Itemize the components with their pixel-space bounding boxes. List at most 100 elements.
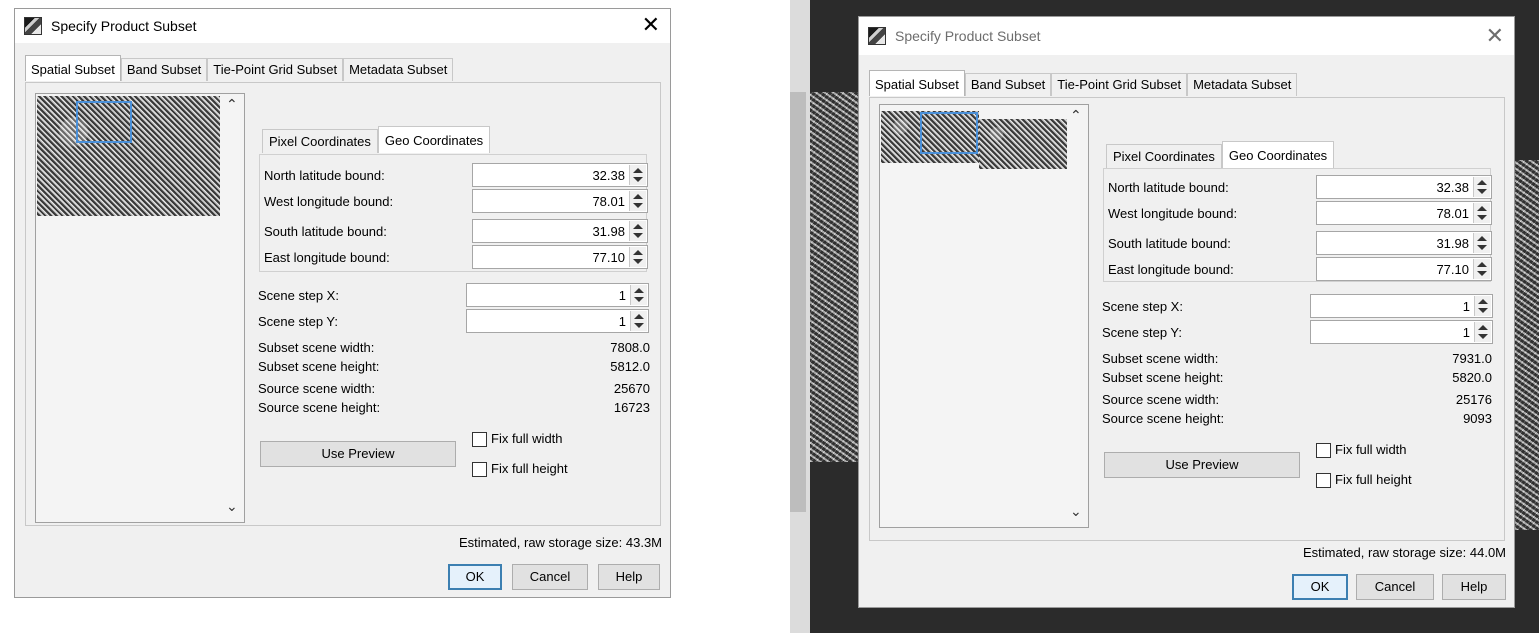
subset-height-label: Subset scene height: xyxy=(258,359,380,374)
close-icon[interactable]: ✕ xyxy=(1486,24,1504,48)
south-latitude-label: South latitude bound: xyxy=(264,224,387,239)
preview-thumbnail-2 xyxy=(979,119,1067,169)
scene-step-x-field[interactable]: 1 xyxy=(1310,294,1493,318)
subset-width-value: 7931.0 xyxy=(1452,351,1492,366)
fix-full-width-checkbox[interactable] xyxy=(472,432,487,447)
title-bar: Specify Product Subset ✕ xyxy=(15,9,670,43)
tab-geo-coordinates[interactable]: Geo Coordinates xyxy=(1221,141,1335,168)
title-bar: Specify Product Subset ✕ xyxy=(859,17,1514,55)
spatial-subset-panel: ⌃ ⌄ Pixel Coordinates Geo Coordinates No… xyxy=(25,82,661,526)
spinner-arrows-icon[interactable] xyxy=(630,311,647,331)
west-longitude-field[interactable]: 78.01 xyxy=(472,189,648,213)
subset-selection-rect[interactable] xyxy=(920,112,978,154)
scene-step-y-label: Scene step Y: xyxy=(1102,325,1182,340)
scene-step-x-field[interactable]: 1 xyxy=(466,283,649,307)
dialog-title: Specify Product Subset xyxy=(895,28,1041,44)
spinner-arrows-icon[interactable] xyxy=(1474,296,1491,316)
dialog-title: Specify Product Subset xyxy=(51,18,197,34)
spinner-arrows-icon[interactable] xyxy=(1473,259,1490,279)
source-width-label: Source scene width: xyxy=(258,381,376,396)
subset-width-value: 7808.0 xyxy=(610,340,650,355)
source-width-label: Source scene width: xyxy=(1102,392,1220,407)
cancel-button[interactable]: Cancel xyxy=(1356,574,1434,600)
subset-height-value: 5820.0 xyxy=(1452,370,1492,385)
spinner-arrows-icon[interactable] xyxy=(1473,233,1490,253)
chevron-up-icon[interactable]: ⌃ xyxy=(226,96,238,113)
use-preview-button[interactable]: Use Preview xyxy=(260,441,456,467)
source-width-value: 25670 xyxy=(613,381,650,396)
spatial-subset-panel: ⌃ ⌄ Pixel Coordinates Geo Coordinates No… xyxy=(869,97,1505,541)
subset-dialog-left: Specify Product Subset ✕ Spatial Subset … xyxy=(14,8,671,598)
north-latitude-field[interactable]: 32.38 xyxy=(1316,175,1492,199)
fix-full-height-label: Fix full height xyxy=(1335,472,1412,487)
fix-full-width-checkbox[interactable] xyxy=(1316,443,1331,458)
help-button[interactable]: Help xyxy=(1442,574,1506,600)
west-longitude-field[interactable]: 78.01 xyxy=(1316,201,1492,225)
east-longitude-label: East longitude bound: xyxy=(1108,262,1234,277)
tab-band-subset[interactable]: Band Subset xyxy=(964,73,1052,96)
tab-metadata-subset[interactable]: Metadata Subset xyxy=(1187,73,1298,96)
source-height-label: Source scene height: xyxy=(258,400,381,415)
spinner-arrows-icon[interactable] xyxy=(630,285,647,305)
spinner-arrows-icon[interactable] xyxy=(629,221,646,241)
subset-height-value: 5812.0 xyxy=(610,359,650,374)
south-latitude-field[interactable]: 31.98 xyxy=(1316,231,1492,255)
subset-height-label: Subset scene height: xyxy=(1102,370,1224,385)
chevron-down-icon[interactable]: ⌄ xyxy=(226,498,238,515)
tab-bar: Spatial Subset Band Subset Tie-Point Gri… xyxy=(25,55,454,81)
fix-full-height-label: Fix full height xyxy=(491,461,568,476)
subset-selection-rect[interactable] xyxy=(76,101,132,143)
ok-button[interactable]: OK xyxy=(448,564,502,590)
north-latitude-label: North latitude bound: xyxy=(1108,180,1229,195)
east-longitude-field[interactable]: 77.10 xyxy=(472,245,648,269)
help-button[interactable]: Help xyxy=(598,564,660,590)
tab-tie-point-grid-subset[interactable]: Tie-Point Grid Subset xyxy=(1051,73,1188,96)
tab-tie-point-grid-subset[interactable]: Tie-Point Grid Subset xyxy=(207,58,344,81)
tab-pixel-coordinates[interactable]: Pixel Coordinates xyxy=(262,129,378,153)
spinner-arrows-icon[interactable] xyxy=(1473,177,1490,197)
spinner-arrows-icon[interactable] xyxy=(629,165,646,185)
use-preview-button[interactable]: Use Preview xyxy=(1104,452,1300,478)
tab-metadata-subset[interactable]: Metadata Subset xyxy=(343,58,454,81)
divider-scrollbar[interactable] xyxy=(790,92,806,512)
north-latitude-label: North latitude bound: xyxy=(264,168,385,183)
storage-size-text: Estimated, raw storage size: 43.3M xyxy=(458,535,662,550)
tab-bar: Spatial Subset Band Subset Tie-Point Gri… xyxy=(869,70,1298,96)
tab-geo-coordinates[interactable]: Geo Coordinates xyxy=(377,126,491,153)
tab-pixel-coordinates[interactable]: Pixel Coordinates xyxy=(1106,144,1222,168)
east-longitude-label: East longitude bound: xyxy=(264,250,390,265)
scene-step-y-field[interactable]: 1 xyxy=(466,309,649,333)
source-height-value: 9093 xyxy=(1463,411,1492,426)
cancel-button[interactable]: Cancel xyxy=(512,564,588,590)
spinner-arrows-icon[interactable] xyxy=(629,247,646,267)
tab-spatial-subset[interactable]: Spatial Subset xyxy=(25,55,121,81)
source-height-value: 16723 xyxy=(613,400,650,415)
preview-pane: ⌃ ⌄ xyxy=(879,104,1089,528)
storage-size-text: Estimated, raw storage size: 44.0M xyxy=(1302,545,1506,560)
coordinate-tabs: Pixel Coordinates Geo Coordinates xyxy=(262,126,491,153)
chevron-down-icon[interactable]: ⌄ xyxy=(1070,503,1082,520)
south-latitude-label: South latitude bound: xyxy=(1108,236,1231,251)
south-latitude-field[interactable]: 31.98 xyxy=(472,219,648,243)
background-image-left-strip xyxy=(810,92,858,462)
close-icon[interactable]: ✕ xyxy=(642,13,660,37)
app-icon xyxy=(868,27,886,45)
scene-step-x-label: Scene step X: xyxy=(258,288,339,303)
geo-coordinates-panel: North latitude bound: 32.38 West longitu… xyxy=(1103,168,1492,282)
tab-spatial-subset[interactable]: Spatial Subset xyxy=(869,70,965,96)
fix-full-height-checkbox[interactable] xyxy=(472,462,487,477)
source-width-value: 25176 xyxy=(1455,392,1492,407)
scene-step-y-label: Scene step Y: xyxy=(258,314,338,329)
spinner-arrows-icon[interactable] xyxy=(1473,203,1490,223)
east-longitude-field[interactable]: 77.10 xyxy=(1316,257,1492,281)
preview-pane: ⌃ ⌄ xyxy=(35,93,245,523)
north-latitude-field[interactable]: 32.38 xyxy=(472,163,648,187)
ok-button[interactable]: OK xyxy=(1292,574,1348,600)
spinner-arrows-icon[interactable] xyxy=(1474,322,1491,342)
scene-step-y-field[interactable]: 1 xyxy=(1310,320,1493,344)
west-longitude-label: West longitude bound: xyxy=(264,194,394,209)
fix-full-height-checkbox[interactable] xyxy=(1316,473,1331,488)
chevron-up-icon[interactable]: ⌃ xyxy=(1070,107,1082,124)
spinner-arrows-icon[interactable] xyxy=(629,191,646,211)
tab-band-subset[interactable]: Band Subset xyxy=(120,58,208,81)
